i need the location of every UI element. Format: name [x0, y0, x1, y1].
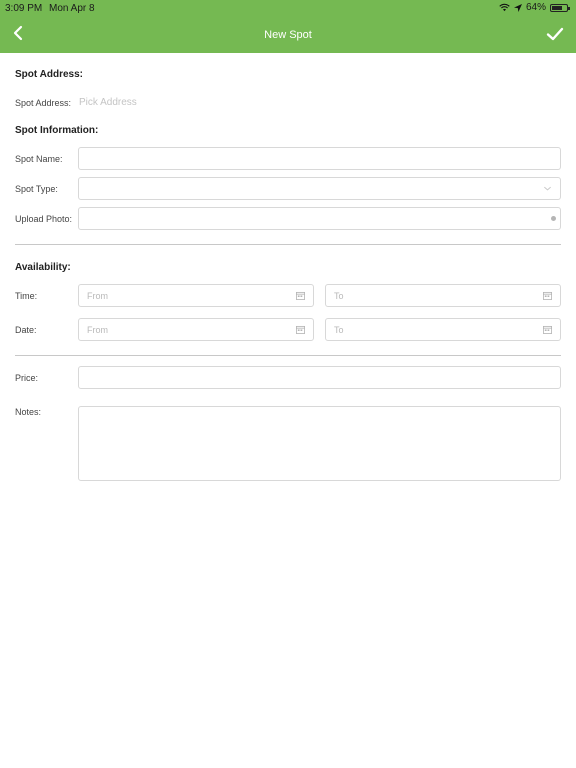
chevron-down-icon: [544, 186, 551, 191]
time-to-input[interactable]: To: [325, 284, 561, 307]
notes-label: Notes:: [15, 407, 42, 417]
spot-address-label: Spot Address:: [15, 98, 72, 108]
time-from-placeholder: From: [87, 291, 108, 301]
date-to-input[interactable]: To: [325, 318, 561, 341]
spot-address-heading: Spot Address:: [15, 69, 83, 80]
status-right: 64%: [499, 2, 570, 13]
confirm-check-icon[interactable]: [546, 25, 564, 43]
page-title: New Spot: [264, 29, 312, 41]
time-label: Time:: [15, 291, 38, 301]
spot-name-input[interactable]: [78, 147, 561, 170]
price-label: Price:: [15, 373, 39, 383]
calendar-icon: [543, 291, 552, 300]
date-from-input[interactable]: From: [78, 318, 314, 341]
upload-photo-label: Upload Photo:: [15, 214, 73, 224]
time-to-placeholder: To: [334, 291, 344, 301]
divider: [15, 244, 561, 245]
notes-textarea[interactable]: [78, 406, 561, 481]
date-from-placeholder: From: [87, 325, 108, 335]
location-arrow-icon: [513, 3, 522, 12]
spot-name-label: Spot Name:: [15, 154, 63, 164]
date-to-placeholder: To: [334, 325, 344, 335]
spot-type-label: Spot Type:: [15, 184, 58, 194]
wifi-icon: [499, 3, 510, 12]
calendar-icon: [543, 325, 552, 334]
divider: [15, 355, 561, 356]
date-label: Date:: [15, 325, 37, 335]
status-bar: 3:09 PM Mon Apr 8 64%: [0, 0, 576, 16]
spot-type-select[interactable]: [78, 177, 561, 200]
calendar-icon: [296, 325, 305, 334]
status-date: Mon Apr 8: [49, 3, 95, 14]
nav-bar: 3:09 PM Mon Apr 8 64% New Spot: [0, 0, 576, 53]
time-from-input[interactable]: From: [78, 284, 314, 307]
pick-address-link[interactable]: Pick Address: [79, 97, 137, 108]
battery-icon: [550, 3, 570, 12]
battery-percent: 64%: [525, 2, 546, 13]
price-input[interactable]: [78, 366, 561, 389]
availability-heading: Availability:: [15, 262, 71, 273]
upload-photo-input[interactable]: [78, 207, 561, 230]
calendar-icon: [296, 291, 305, 300]
upload-indicator-icon: [551, 216, 556, 221]
spot-information-heading: Spot Information:: [15, 125, 99, 136]
status-time: 3:09 PM: [5, 3, 43, 14]
